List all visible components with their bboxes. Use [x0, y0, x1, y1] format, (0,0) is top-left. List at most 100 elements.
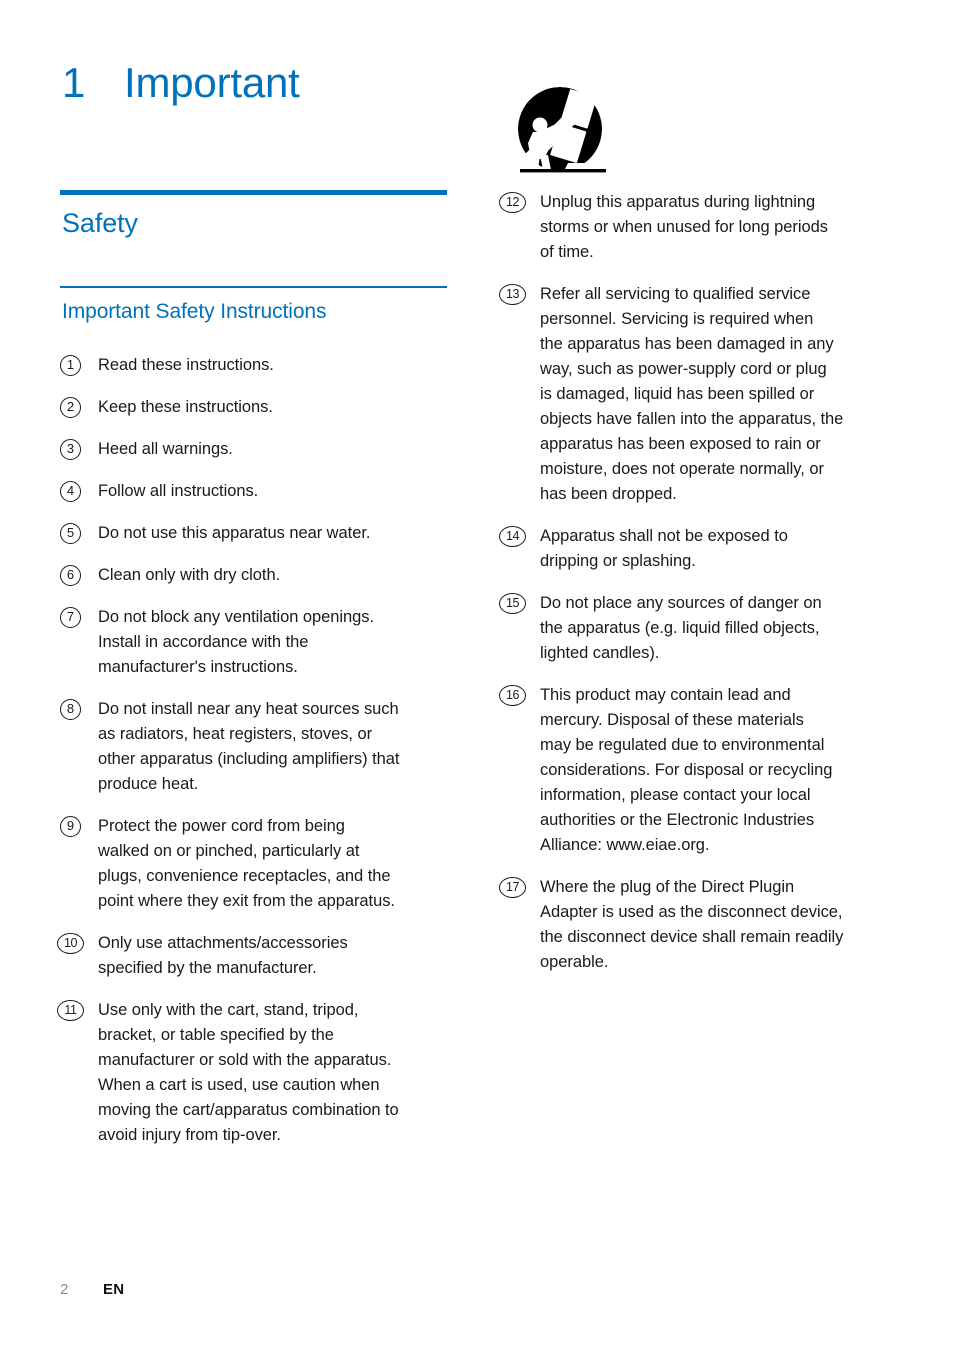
safety-instruction-item: 11 Use only with the cart, stand, tripod,… [57, 998, 450, 1148]
instruction-text: Clean only with dry cloth. [98, 563, 450, 588]
instruction-text-line: lighted candles). [540, 644, 660, 662]
safety-instruction-item: 10 Only use attachments/accessories specif… [57, 931, 450, 981]
instruction-text-line: personnel. Servicing is required when [540, 310, 814, 328]
safety-instruction-item: 14 Apparatus shall not be exposed to dripp… [499, 524, 892, 574]
safety-instruction-item: 15 Do not place any sources of danger on t… [499, 591, 892, 666]
instruction-text-line: plugs, convenience receptacles, and the [98, 866, 391, 885]
instruction-number-badge: 10 [57, 932, 84, 954]
instruction-text-line: is damaged, liquid has been spilled or [540, 385, 815, 403]
instruction-number-badge: 11 [57, 999, 84, 1021]
instruction-number-badge: 1 [60, 354, 81, 376]
instruction-text: Refer all servicing to qualified service… [540, 282, 892, 507]
instruction-text-line: dripping or splashing. [540, 552, 696, 570]
safety-instructions-list-right: 12 Unplug this apparatus during lightning… [499, 190, 892, 975]
instruction-text: Only use attachments/accessories specifie… [98, 931, 450, 981]
instruction-number-badge: 8 [60, 698, 81, 720]
instruction-text-line: manufacturer's instructions. [98, 657, 298, 676]
safety-instruction-item: 1 Read these instructions. [60, 353, 450, 378]
chapter-title: 1 Important [62, 62, 300, 104]
instruction-number-badge: 2 [60, 396, 81, 418]
instruction-text-line: When a cart is used, use caution when [98, 1075, 380, 1094]
instruction-text-line: apparatus has been exposed to rain or [540, 435, 821, 453]
instruction-text-line: the disconnect device shall remain readi… [540, 928, 844, 946]
instruction-text: Do not place any sources of danger on the… [540, 591, 892, 666]
instruction-number-badge: 17 [499, 877, 526, 898]
instruction-number-badge: 9 [60, 815, 81, 837]
instruction-text-line: produce heat. [98, 774, 199, 793]
instruction-number-badge: 16 [499, 685, 526, 706]
subsection-rule-thin [60, 285, 447, 288]
right-column: 12 Unplug this apparatus during lightning… [499, 190, 892, 975]
instruction-text-line: of time. [540, 243, 594, 261]
instruction-number-badge: 3 [60, 438, 81, 460]
safety-instruction-item: 5 Do not use this apparatus near water. [60, 521, 450, 546]
instruction-text-line: has been dropped. [540, 485, 677, 503]
instruction-number-badge: 15 [499, 593, 526, 614]
instruction-text: Use only with the cart, stand, tripod, br… [98, 998, 450, 1148]
instruction-text-line: moving the cart/apparatus combination to [98, 1100, 399, 1119]
instruction-text-line: way, such as power-supply cord or plug [540, 360, 827, 378]
instruction-text-line: Adapter is used as the disconnect device… [540, 903, 843, 921]
safety-instruction-item: 4 Follow all instructions. [60, 479, 450, 504]
instruction-text-line: other apparatus (including amplifiers) t… [98, 749, 400, 768]
instruction-text-line: This product may contain lead and [540, 686, 791, 704]
instruction-text: Protect the power cord from being walked … [98, 814, 450, 914]
instruction-text-line: Use only with the cart, stand, tripod, [98, 1000, 359, 1019]
instruction-text-line: operable. [540, 953, 609, 971]
instruction-number-badge: 4 [60, 480, 81, 502]
instruction-text: Do not use this apparatus near water. [98, 521, 450, 546]
instruction-text-line: Follow all instructions. [98, 481, 259, 500]
instruction-text: This product may contain lead and mercury… [540, 683, 892, 858]
safety-instruction-item: 3 Heed all warnings. [60, 437, 450, 462]
safety-instruction-item: 9 Protect the power cord from being walked… [60, 814, 450, 914]
instruction-text-line: walked on or pinched, particularly at [98, 841, 360, 860]
footer-page-number: 2 [60, 1281, 69, 1298]
instruction-text-line: Install in accordance with the [98, 632, 309, 651]
instruction-text: Do not block any ventilation openings. In… [98, 605, 450, 680]
instruction-text-line: bracket, or table specified by the [98, 1025, 334, 1044]
instruction-number-badge: 14 [499, 526, 526, 547]
chapter-title-text: Important [124, 59, 300, 106]
instruction-text-line: mercury. Disposal of these materials [540, 711, 804, 729]
instruction-text-line: avoid injury from tip-over. [98, 1125, 281, 1144]
instruction-text-line: information, please contact your local [540, 786, 811, 804]
safety-instructions-list-left: 1 Read these instructions. 2 Keep these ins… [57, 353, 450, 1148]
section-rule-thick [60, 190, 447, 195]
instruction-text-line: Do not place any sources of danger on [540, 594, 822, 612]
instruction-text-line: the apparatus has been damaged in any [540, 335, 834, 353]
safety-instruction-item: 12 Unplug this apparatus during lightning… [499, 190, 892, 265]
instruction-text-line: Alliance: www.eiae.org. [540, 836, 710, 854]
instruction-text-line: considerations. For disposal or recyclin… [540, 761, 833, 779]
instruction-text-line: authorities or the Electronic Industries [540, 811, 815, 829]
instruction-text: Unplug this apparatus during lightning st… [540, 190, 892, 265]
instruction-text-line: Keep these instructions. [98, 397, 273, 416]
instruction-text-line: as radiators, heat registers, stoves, or [98, 724, 373, 743]
instruction-text-line: moisture, does not operate normally, or [540, 460, 824, 478]
instruction-text: Apparatus shall not be exposed to drippin… [540, 524, 892, 574]
instruction-text-line: manufacturer or sold with the apparatus. [98, 1050, 392, 1069]
instruction-text-line: Do not install near any heat sources suc… [98, 699, 399, 718]
document-page: 1 Important Safety Important Safety Inst… [0, 0, 954, 1350]
safety-instruction-item: 6 Clean only with dry cloth. [60, 563, 450, 588]
chapter-number: 1 [62, 59, 86, 106]
safety-instruction-item: 2 Keep these instructions. [60, 395, 450, 420]
instruction-number-badge: 7 [60, 606, 81, 628]
instruction-text-line: Clean only with dry cloth. [98, 565, 281, 584]
instruction-text-line: objects have fallen into the apparatus, … [540, 410, 844, 428]
instruction-text-line: Read these instructions. [98, 355, 274, 374]
safety-instruction-item: 17 Where the plug of the Direct Plugin Ada… [499, 875, 892, 975]
instruction-number-badge: 13 [499, 284, 526, 305]
instruction-text: Heed all warnings. [98, 437, 450, 462]
instruction-text: Where the plug of the Direct Plugin Adapt… [540, 875, 892, 975]
instruction-text-line: Do not use this apparatus near water. [98, 523, 371, 542]
section-heading-safety: Safety [62, 208, 138, 238]
instruction-text-line: Apparatus shall not be exposed to [540, 527, 788, 545]
safety-instruction-item: 8 Do not install near any heat sources su… [60, 697, 450, 797]
instruction-text-line: Protect the power cord from being [98, 816, 345, 835]
instruction-text-line: Do not block any ventilation openings. [98, 607, 375, 626]
instruction-text: Read these instructions. [98, 353, 450, 378]
safety-instruction-item: 16 This product may contain lead and mercu… [499, 683, 892, 858]
instruction-text: Do not install near any heat sources suc… [98, 697, 450, 797]
